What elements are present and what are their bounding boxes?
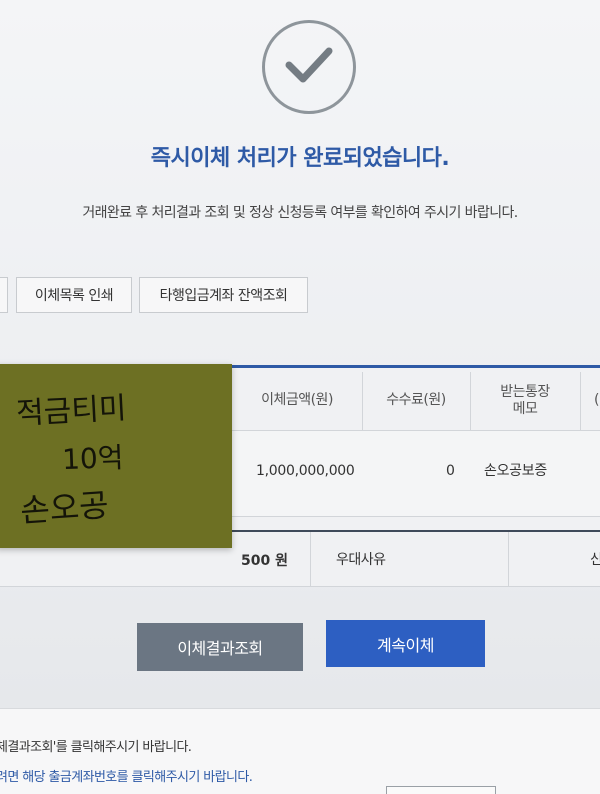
transfer-result-button[interactable]: 이체결과조회 [137,623,303,671]
summary-bottom-line [0,586,600,587]
summary-column-divider [310,532,311,586]
handwriting: 적금티미 10억 손오공 [15,391,127,530]
cell-amount: 1,000,000,000 [256,463,355,479]
header-fee: 수수료(원) [386,392,446,409]
header-memo-line1: 받는통장 [500,383,550,400]
row-divider [232,516,600,517]
header-memo-line2: 메모 [512,401,538,417]
page-subtitle: 거래완료 후 처리결과 조회 및 정상 신청등록 여부를 확인하여 주시기 바랍… [82,205,518,221]
summary-amount: 500 원 [241,553,288,569]
note-line-2: 10억 [62,441,125,476]
cell-fee: 0 [446,463,455,479]
success-check-icon [262,20,356,114]
other-bank-balance-button[interactable]: 타행입금계좌 잔액조회 [139,277,308,313]
toolbar-button-partial[interactable] [0,277,8,313]
summary-reason: 우대사유 [336,552,386,568]
note-line-1: 적금티미 [15,391,127,432]
summary-column-divider [508,532,509,586]
continue-transfer-button[interactable]: 계속이체 [326,620,485,667]
notice-text-1: 체결과조회'를 클릭해주시기 바랍니다. [0,740,192,755]
sticky-note: 적금티미 10억 손오공 [0,364,232,548]
print-transfer-list-button[interactable]: 이체목록 인쇄 [16,277,132,313]
summary-cut-off: 신 [590,552,600,568]
header-cut-off: ( [594,392,599,409]
cell-memo: 손오공보증 [484,463,547,479]
bottom-button-partial[interactable] [386,786,496,794]
notice-text-2[interactable]: 려면 해당 출금계좌번호를 클릭해주시기 바랍니다. [0,766,253,785]
note-line-3: 손오공 [19,486,110,530]
header-receiver-memo: 받는통장 메모 [470,372,580,430]
header-divider [232,430,600,431]
check-icon [285,47,333,83]
page-title: 즉시이체 처리가 완료되었습니다. [150,146,450,171]
header-amount: 이체금액(원) [261,392,333,409]
